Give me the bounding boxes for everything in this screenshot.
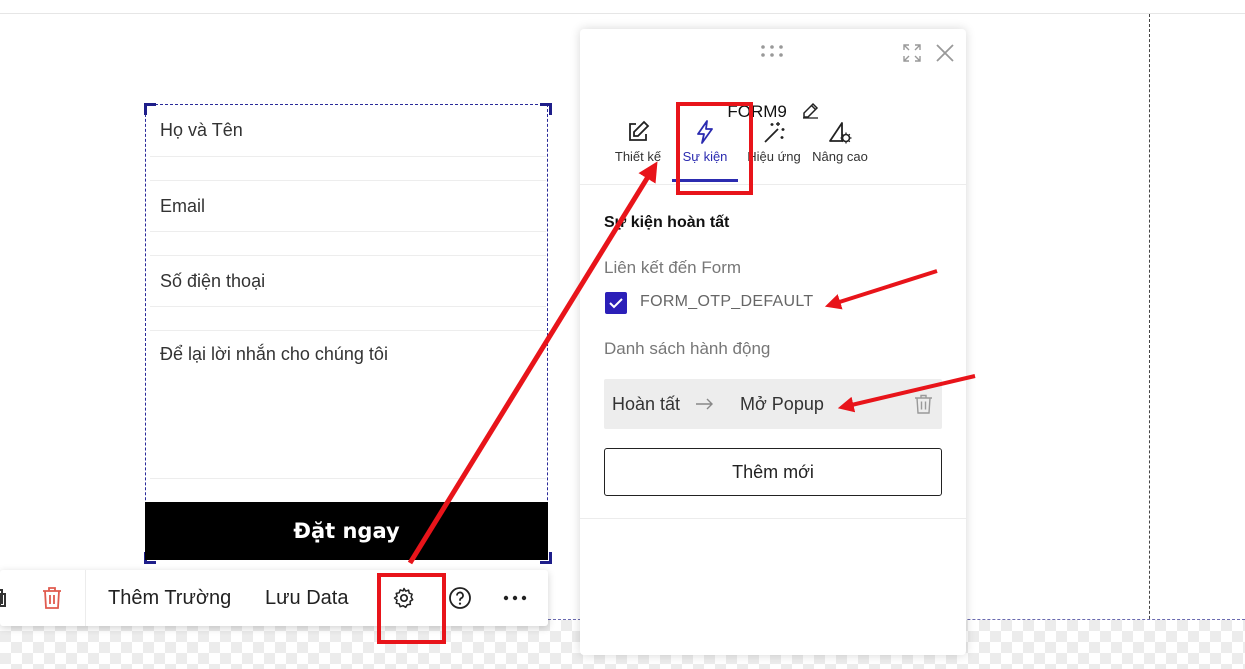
- tab-design[interactable]: Thiết kế: [600, 119, 676, 164]
- panel-divider: [580, 518, 966, 519]
- trash-icon[interactable]: [914, 394, 933, 414]
- action-list-label: Danh sách hành động: [604, 339, 771, 358]
- action-target: Mở Popup: [740, 394, 824, 414]
- linked-form-name: FORM_OTP_DEFAULT: [640, 293, 814, 310]
- copy-icon[interactable]: [0, 570, 8, 626]
- lightning-icon: [697, 120, 713, 144]
- tab-label: Thiết kế: [614, 149, 662, 164]
- trash-icon[interactable]: [41, 570, 63, 626]
- drag-handle-icon[interactable]: [761, 45, 785, 57]
- help-icon[interactable]: [448, 570, 472, 626]
- guide-line-vertical: [1149, 14, 1150, 669]
- toolbar-divider: [85, 570, 86, 626]
- add-action-button[interactable]: Thêm mới: [604, 448, 942, 496]
- pencil-icon[interactable]: [802, 102, 819, 119]
- add-field-button[interactable]: Thêm Trường: [108, 570, 231, 626]
- close-icon[interactable]: [936, 44, 954, 62]
- tabs-divider: [580, 184, 966, 185]
- more-icon[interactable]: [503, 570, 527, 626]
- magic-wand-icon: [764, 122, 785, 143]
- message-field[interactable]: Để lại lời nhắn cho chúng tôi: [150, 331, 546, 479]
- arrow-right-icon: [696, 398, 713, 410]
- tab-advanced[interactable]: Nâng cao: [802, 119, 878, 164]
- active-tab-indicator: [672, 179, 738, 182]
- tab-events[interactable]: Sự kiện: [667, 119, 743, 164]
- email-field[interactable]: Email: [150, 181, 546, 232]
- gear-icon[interactable]: [392, 570, 416, 626]
- advanced-settings-icon: [829, 122, 852, 144]
- tab-label: Nâng cao: [812, 149, 868, 164]
- link-form-label: Liên kết đến Form: [604, 258, 742, 277]
- submit-button[interactable]: Đặt ngay: [145, 502, 548, 560]
- phone-field[interactable]: Số điện thoại: [150, 256, 546, 307]
- name-field[interactable]: Họ và Tên: [150, 106, 546, 157]
- form-toolbar: Thêm Trường Lưu Data: [0, 570, 548, 626]
- settings-panel: FORM9 Thiết kế Sự kiện Hiệu ứng Nâng cao…: [580, 29, 966, 655]
- expand-icon[interactable]: [903, 44, 921, 62]
- tab-effects[interactable]: Hiệu ứng: [736, 119, 812, 164]
- section-title: Sự kiện hoàn tất: [604, 214, 730, 231]
- edit-icon: [629, 120, 650, 141]
- action-trigger: Hoàn tất: [612, 394, 681, 414]
- check-icon: [609, 298, 623, 309]
- tab-label: Sự kiện: [682, 149, 728, 164]
- save-data-button[interactable]: Lưu Data: [265, 570, 348, 626]
- tab-label: Hiệu ứng: [747, 149, 801, 164]
- form-link-checkbox[interactable]: [605, 292, 627, 314]
- canvas-top-border: [0, 13, 1245, 14]
- action-item[interactable]: Hoàn tất Mở Popup: [604, 379, 942, 429]
